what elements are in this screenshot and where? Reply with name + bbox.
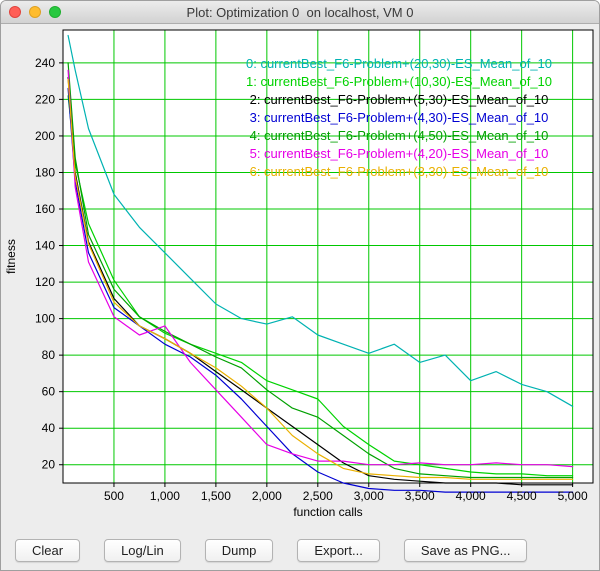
svg-text:240: 240	[35, 56, 55, 70]
dump-button[interactable]: Dump	[205, 539, 274, 562]
svg-text:120: 120	[35, 275, 55, 289]
svg-text:80: 80	[42, 348, 56, 362]
minimize-button[interactable]	[29, 6, 41, 18]
svg-text:20: 20	[42, 458, 56, 472]
svg-text:4,500: 4,500	[507, 489, 537, 503]
svg-text:60: 60	[42, 385, 56, 399]
svg-text:2,000: 2,000	[252, 489, 282, 503]
log-lin-button[interactable]: Log/Lin	[104, 539, 181, 562]
svg-text:200: 200	[35, 129, 55, 143]
traffic-lights	[9, 1, 61, 23]
window-title: Plot: Optimization 0 on localhost, VM 0	[187, 5, 414, 20]
clear-button[interactable]: Clear	[15, 539, 80, 562]
svg-text:2,500: 2,500	[303, 489, 333, 503]
svg-text:6: currentBest_F6-Problem+(3,3: 6: currentBest_F6-Problem+(3,30)-ES_Mean…	[250, 164, 549, 179]
svg-text:180: 180	[35, 165, 55, 179]
svg-text:220: 220	[35, 92, 55, 106]
svg-text:1,000: 1,000	[150, 489, 180, 503]
plot-area: 20 40 60 80 100 120 140 160 180 200 220 240 500 1,000…	[1, 24, 599, 527]
svg-text:40: 40	[42, 421, 56, 435]
svg-text:0: currentBest_F6-Problem+(20,: 0: currentBest_F6-Problem+(20,30)-ES_Mea…	[246, 56, 552, 71]
svg-text:500: 500	[104, 489, 124, 503]
export-button[interactable]: Export...	[297, 539, 379, 562]
svg-text:3,500: 3,500	[405, 489, 435, 503]
titlebar[interactable]: Plot: Optimization 0 on localhost, VM 0	[1, 1, 599, 24]
button-bar: Clear Log/Lin Dump Export... Save as PNG…	[1, 527, 599, 571]
svg-text:140: 140	[35, 239, 55, 253]
svg-text:2: currentBest_F6-Problem+(5,3: 2: currentBest_F6-Problem+(5,30)-ES_Mean…	[250, 92, 549, 107]
close-button[interactable]	[9, 6, 21, 18]
svg-text:1,500: 1,500	[201, 489, 231, 503]
svg-text:5,000: 5,000	[558, 489, 588, 503]
svg-text:fitness: fitness	[4, 239, 18, 274]
save-as-png-button[interactable]: Save as PNG...	[404, 539, 528, 562]
svg-text:3,000: 3,000	[354, 489, 384, 503]
svg-text:function calls: function calls	[293, 505, 362, 519]
svg-text:1: currentBest_F6-Problem+(10,: 1: currentBest_F6-Problem+(10,30)-ES_Mea…	[246, 74, 552, 89]
fitness-chart: 20 40 60 80 100 120 140 160 180 200 220 240 500 1,000…	[1, 24, 600, 527]
svg-text:3: currentBest_F6-Problem+(4,3: 3: currentBest_F6-Problem+(4,30)-ES_Mean…	[250, 110, 549, 125]
zoom-button[interactable]	[49, 6, 61, 18]
svg-text:160: 160	[35, 202, 55, 216]
svg-text:5: currentBest_F6-Problem+(4,2: 5: currentBest_F6-Problem+(4,20)-ES_Mean…	[250, 146, 549, 161]
plot-window: Plot: Optimization 0 on localhost, VM 0 …	[0, 0, 600, 571]
svg-text:100: 100	[35, 312, 55, 326]
svg-text:4: currentBest_F6-Problem+(4,5: 4: currentBest_F6-Problem+(4,50)-ES_Mean…	[250, 128, 549, 143]
svg-text:4,000: 4,000	[456, 489, 486, 503]
